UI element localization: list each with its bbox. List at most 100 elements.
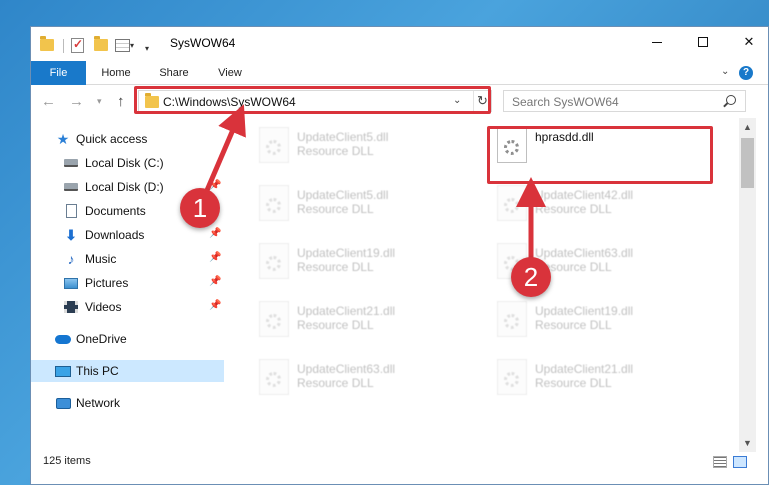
maximize-button[interactable]: [680, 27, 726, 57]
file-type: Resource DLL: [297, 318, 374, 332]
folder-icon[interactable]: [40, 36, 54, 54]
sidebar-item-onedrive[interactable]: OneDrive: [31, 328, 224, 350]
tab-view[interactable]: View: [207, 61, 253, 85]
sidebar-item-network[interactable]: Network: [31, 392, 224, 414]
status-bar: 125 items: [31, 452, 768, 484]
recent-locations-chevron-icon[interactable]: ▾: [97, 96, 102, 107]
file-item[interactable]: UpdateClient19.dll Resource DLL: [249, 240, 469, 286]
scroll-up-arrow-icon[interactable]: ▲: [739, 122, 756, 132]
item-count: 125 items: [43, 455, 91, 467]
file-name: UpdateClient21.dll: [535, 362, 634, 376]
computer-icon: [55, 363, 71, 379]
vertical-scrollbar[interactable]: ▲ ▼: [739, 118, 756, 455]
dll-file-icon: [497, 359, 527, 395]
sidebar-item-this-pc[interactable]: This PC: [31, 360, 224, 382]
details-view-icon[interactable]: [713, 456, 727, 468]
sidebar-item-label: Local Disk (D:): [85, 180, 164, 194]
drive-icon: [63, 179, 79, 195]
sidebar-item-label: OneDrive: [76, 332, 127, 346]
dll-file-icon: [259, 301, 289, 337]
customize-toolbar-chevron-icon[interactable]: ▾: [145, 39, 149, 57]
cloud-icon: [55, 331, 71, 347]
tab-file[interactable]: File: [31, 61, 86, 85]
sidebar-item-local-disk-c[interactable]: Local Disk (C:): [31, 152, 224, 174]
documents-icon: [63, 203, 79, 219]
navigation-pane: ★ Quick access Local Disk (C:) Local Dis…: [31, 122, 224, 452]
file-item[interactable]: UpdateClient21.dll Resource DLL: [249, 298, 469, 344]
file-type: Resource DLL: [297, 202, 374, 216]
sidebar-item-label: Videos: [85, 300, 122, 314]
network-icon: [55, 395, 71, 411]
file-item[interactable]: UpdateClient5.dll Resource DLL: [249, 182, 469, 228]
sidebar-item-label: Downloads: [85, 228, 145, 242]
search-placeholder: Search SysWOW64: [512, 95, 619, 109]
file-name: UpdateClient63.dll: [297, 362, 396, 376]
file-name: UpdateClient5.dll: [297, 130, 389, 144]
sidebar-item-label: Network: [76, 396, 121, 410]
dll-file-icon: [259, 185, 289, 221]
minimize-icon: [652, 41, 662, 43]
back-arrow-icon[interactable]: ←: [41, 93, 56, 110]
file-item[interactable]: UpdateClient21.dll Resource DLL: [487, 356, 707, 402]
pin-icon[interactable]: 📌: [209, 276, 221, 287]
dll-file-icon: [259, 359, 289, 395]
step-1-badge: 1: [180, 188, 220, 228]
file-name: UpdateClient42.dll: [535, 188, 634, 202]
file-name: UpdateClient21.dll: [297, 304, 396, 318]
forward-arrow-icon[interactable]: →: [69, 93, 84, 110]
up-arrow-icon[interactable]: ↑: [117, 93, 125, 110]
sidebar-item-label: Local Disk (C:): [85, 156, 164, 170]
expand-ribbon-chevron-icon[interactable]: ⌄: [721, 66, 729, 77]
file-type: Resource DLL: [297, 144, 374, 158]
title-bar: ▾ ▾ SysWOW64 ✕: [31, 27, 768, 61]
search-input[interactable]: Search SysWOW64: [503, 90, 746, 112]
tab-share[interactable]: Share: [151, 61, 197, 85]
pin-icon[interactable]: 📌: [209, 300, 221, 311]
maximize-icon: [698, 37, 708, 47]
scroll-down-arrow-icon[interactable]: ▼: [739, 438, 756, 448]
file-item[interactable]: UpdateClient63.dll Resource DLL: [249, 356, 469, 402]
scrollbar-thumb[interactable]: [741, 138, 754, 188]
search-icon[interactable]: [726, 95, 736, 105]
file-name: UpdateClient19.dll: [297, 246, 396, 260]
minimize-button[interactable]: [634, 27, 680, 57]
drive-icon: [63, 155, 79, 171]
properties-icon[interactable]: ▾: [115, 36, 134, 54]
file-highlight-box: [487, 126, 713, 184]
sidebar-item-videos[interactable]: Videos 📌: [31, 296, 224, 318]
sidebar-item-label: Pictures: [85, 276, 129, 290]
properties-check-icon[interactable]: [71, 36, 84, 54]
dll-file-icon: [259, 243, 289, 279]
file-item[interactable]: UpdateClient19.dll Resource DLL: [487, 298, 707, 344]
pin-icon[interactable]: 📌: [209, 228, 221, 239]
file-name: UpdateClient19.dll: [535, 304, 634, 318]
pictures-icon: [63, 275, 79, 291]
close-button[interactable]: ✕: [726, 27, 768, 57]
pin-icon[interactable]: 📌: [209, 180, 221, 191]
ribbon: File Home Share View ⌄ ?: [31, 61, 768, 85]
sidebar-item-label: Quick access: [76, 132, 148, 146]
toolbar-divider: [63, 39, 64, 53]
file-type: Resource DLL: [297, 260, 374, 274]
music-icon: ♪: [67, 251, 75, 267]
window-title: SysWOW64: [170, 36, 236, 50]
download-icon: ⬇: [65, 226, 77, 243]
new-folder-icon[interactable]: [94, 36, 108, 54]
file-type: Resource DLL: [297, 376, 374, 390]
file-item[interactable]: UpdateClient5.dll Resource DLL: [249, 124, 469, 170]
videos-icon: [63, 299, 79, 315]
sidebar-item-pictures[interactable]: Pictures 📌: [31, 272, 224, 294]
sidebar-item-label: This PC: [76, 364, 119, 378]
file-type: Resource DLL: [535, 318, 612, 332]
sidebar-item-quick-access[interactable]: ★ Quick access: [31, 128, 224, 150]
step-2-badge: 2: [511, 257, 551, 297]
help-icon[interactable]: ?: [739, 66, 753, 80]
dll-file-icon: [259, 127, 289, 163]
sidebar-item-music[interactable]: ♪ Music 📌: [31, 248, 224, 270]
pin-icon[interactable]: 📌: [209, 252, 221, 263]
tab-home[interactable]: Home: [93, 61, 139, 85]
file-item[interactable]: UpdateClient42.dll Resource DLL: [487, 182, 707, 228]
large-icons-view-icon[interactable]: [733, 456, 747, 468]
dll-file-icon: [497, 301, 527, 337]
close-icon: ✕: [743, 34, 755, 49]
